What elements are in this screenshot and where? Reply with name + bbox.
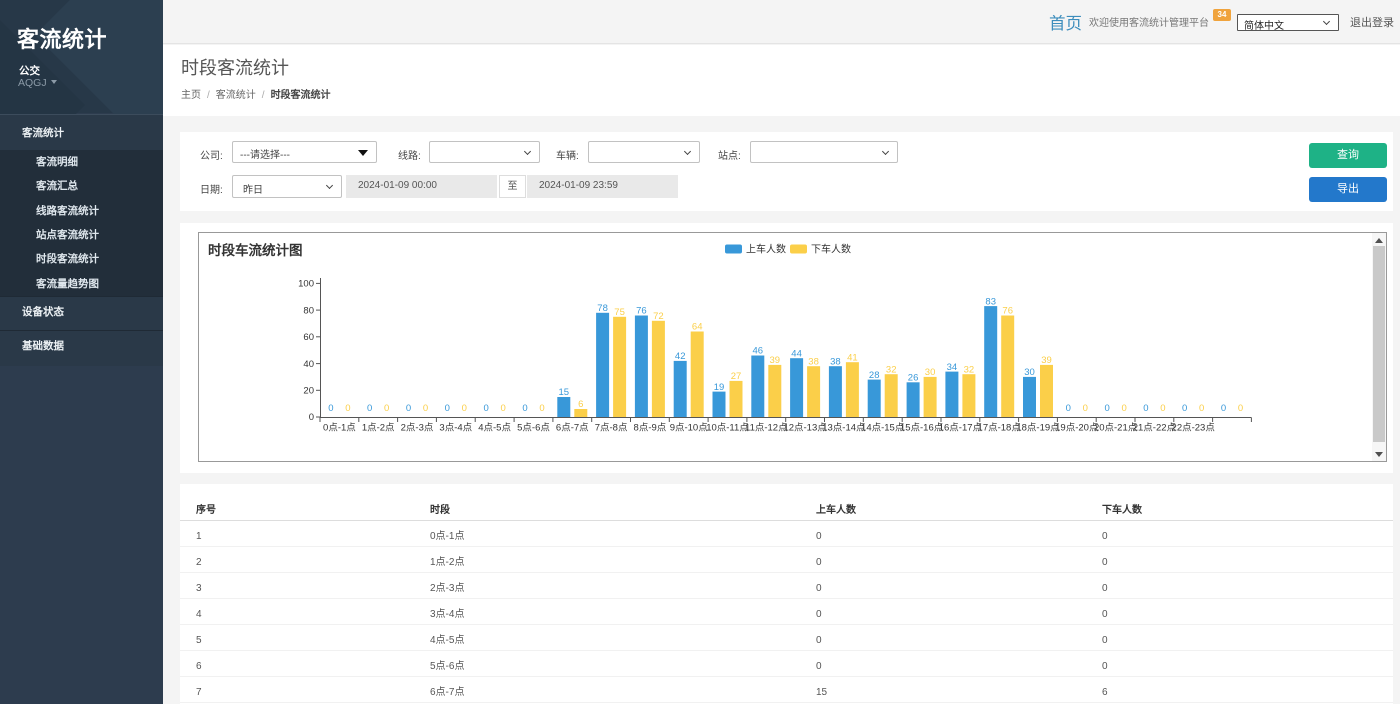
svg-text:27: 27: [731, 371, 742, 382]
svg-text:0: 0: [328, 403, 333, 414]
svg-text:上车人数: 上车人数: [746, 243, 786, 256]
svg-text:39: 39: [1041, 355, 1052, 366]
svg-text:0: 0: [1143, 403, 1148, 414]
svg-text:15点-16点: 15点-16点: [900, 423, 944, 434]
svg-text:下车人数: 下车人数: [811, 243, 851, 256]
svg-text:17点-18点: 17点-18点: [978, 423, 1022, 434]
svg-text:76: 76: [636, 306, 647, 317]
svg-text:0: 0: [367, 403, 372, 414]
svg-text:4点-5点: 4点-5点: [478, 423, 511, 434]
svg-text:2点-3点: 2点-3点: [401, 423, 434, 434]
svg-text:20点-21点: 20点-21点: [1094, 423, 1138, 434]
svg-text:78: 78: [597, 303, 608, 314]
svg-text:75: 75: [614, 307, 625, 318]
svg-text:0: 0: [1221, 403, 1226, 414]
svg-text:14点-15点: 14点-15点: [861, 423, 905, 434]
svg-text:0: 0: [500, 403, 505, 414]
svg-text:34: 34: [947, 362, 958, 373]
svg-text:0: 0: [406, 403, 411, 414]
svg-text:9点-10点: 9点-10点: [670, 423, 709, 434]
svg-text:12点-13点: 12点-13点: [783, 423, 827, 434]
svg-text:16点-17点: 16点-17点: [939, 423, 983, 434]
svg-text:0: 0: [1121, 403, 1126, 414]
svg-text:21点-22点: 21点-22点: [1133, 423, 1177, 434]
svg-text:28: 28: [869, 370, 880, 381]
svg-text:1点-2点: 1点-2点: [362, 423, 395, 434]
svg-text:6: 6: [578, 399, 583, 410]
svg-text:30: 30: [1024, 367, 1035, 378]
svg-text:0点-1点: 0点-1点: [323, 423, 356, 434]
svg-text:6点-7点: 6点-7点: [556, 423, 589, 434]
svg-text:0: 0: [445, 403, 450, 414]
svg-text:32: 32: [964, 364, 975, 375]
svg-text:38: 38: [808, 356, 819, 367]
svg-text:20: 20: [303, 386, 314, 397]
svg-text:0: 0: [1066, 403, 1071, 414]
svg-text:0: 0: [522, 403, 527, 414]
svg-text:0: 0: [309, 412, 314, 423]
svg-text:72: 72: [653, 311, 664, 322]
svg-text:7点-8点: 7点-8点: [595, 423, 628, 434]
svg-text:0: 0: [1199, 403, 1204, 414]
svg-text:0: 0: [1104, 403, 1109, 414]
svg-text:18点-19点: 18点-19点: [1016, 423, 1060, 434]
svg-text:15: 15: [559, 387, 570, 398]
svg-text:0: 0: [384, 403, 389, 414]
svg-text:3点-4点: 3点-4点: [439, 423, 472, 434]
svg-text:22点-23点: 22点-23点: [1172, 423, 1216, 434]
svg-text:0: 0: [1238, 403, 1243, 414]
svg-text:44: 44: [791, 348, 802, 359]
svg-text:8点-9点: 8点-9点: [634, 423, 667, 434]
svg-text:64: 64: [692, 322, 703, 333]
svg-text:30: 30: [925, 367, 936, 378]
svg-text:19点-20点: 19点-20点: [1055, 423, 1099, 434]
svg-text:0: 0: [539, 403, 544, 414]
svg-text:32: 32: [886, 364, 897, 375]
svg-text:0: 0: [483, 403, 488, 414]
svg-text:19: 19: [714, 382, 725, 393]
svg-text:0: 0: [1182, 403, 1187, 414]
svg-text:39: 39: [770, 355, 781, 366]
svg-text:46: 46: [753, 346, 764, 357]
svg-text:40: 40: [303, 359, 314, 370]
svg-text:0: 0: [1083, 403, 1088, 414]
svg-text:60: 60: [303, 332, 314, 343]
svg-text:11点-12点: 11点-12点: [745, 423, 788, 434]
svg-text:0: 0: [462, 403, 467, 414]
svg-text:42: 42: [675, 351, 686, 362]
svg-text:26: 26: [908, 373, 919, 384]
svg-text:5点-6点: 5点-6点: [517, 423, 550, 434]
svg-text:83: 83: [985, 296, 996, 307]
svg-text:100: 100: [298, 279, 314, 290]
svg-text:38: 38: [830, 356, 841, 367]
svg-text:13点-14点: 13点-14点: [822, 423, 866, 434]
svg-text:0: 0: [423, 403, 428, 414]
svg-text:76: 76: [1002, 306, 1013, 317]
svg-text:0: 0: [345, 403, 350, 414]
svg-text:80: 80: [303, 305, 314, 316]
svg-text:10点-11点: 10点-11点: [706, 423, 749, 434]
svg-text:41: 41: [847, 352, 858, 363]
svg-text:0: 0: [1160, 403, 1165, 414]
